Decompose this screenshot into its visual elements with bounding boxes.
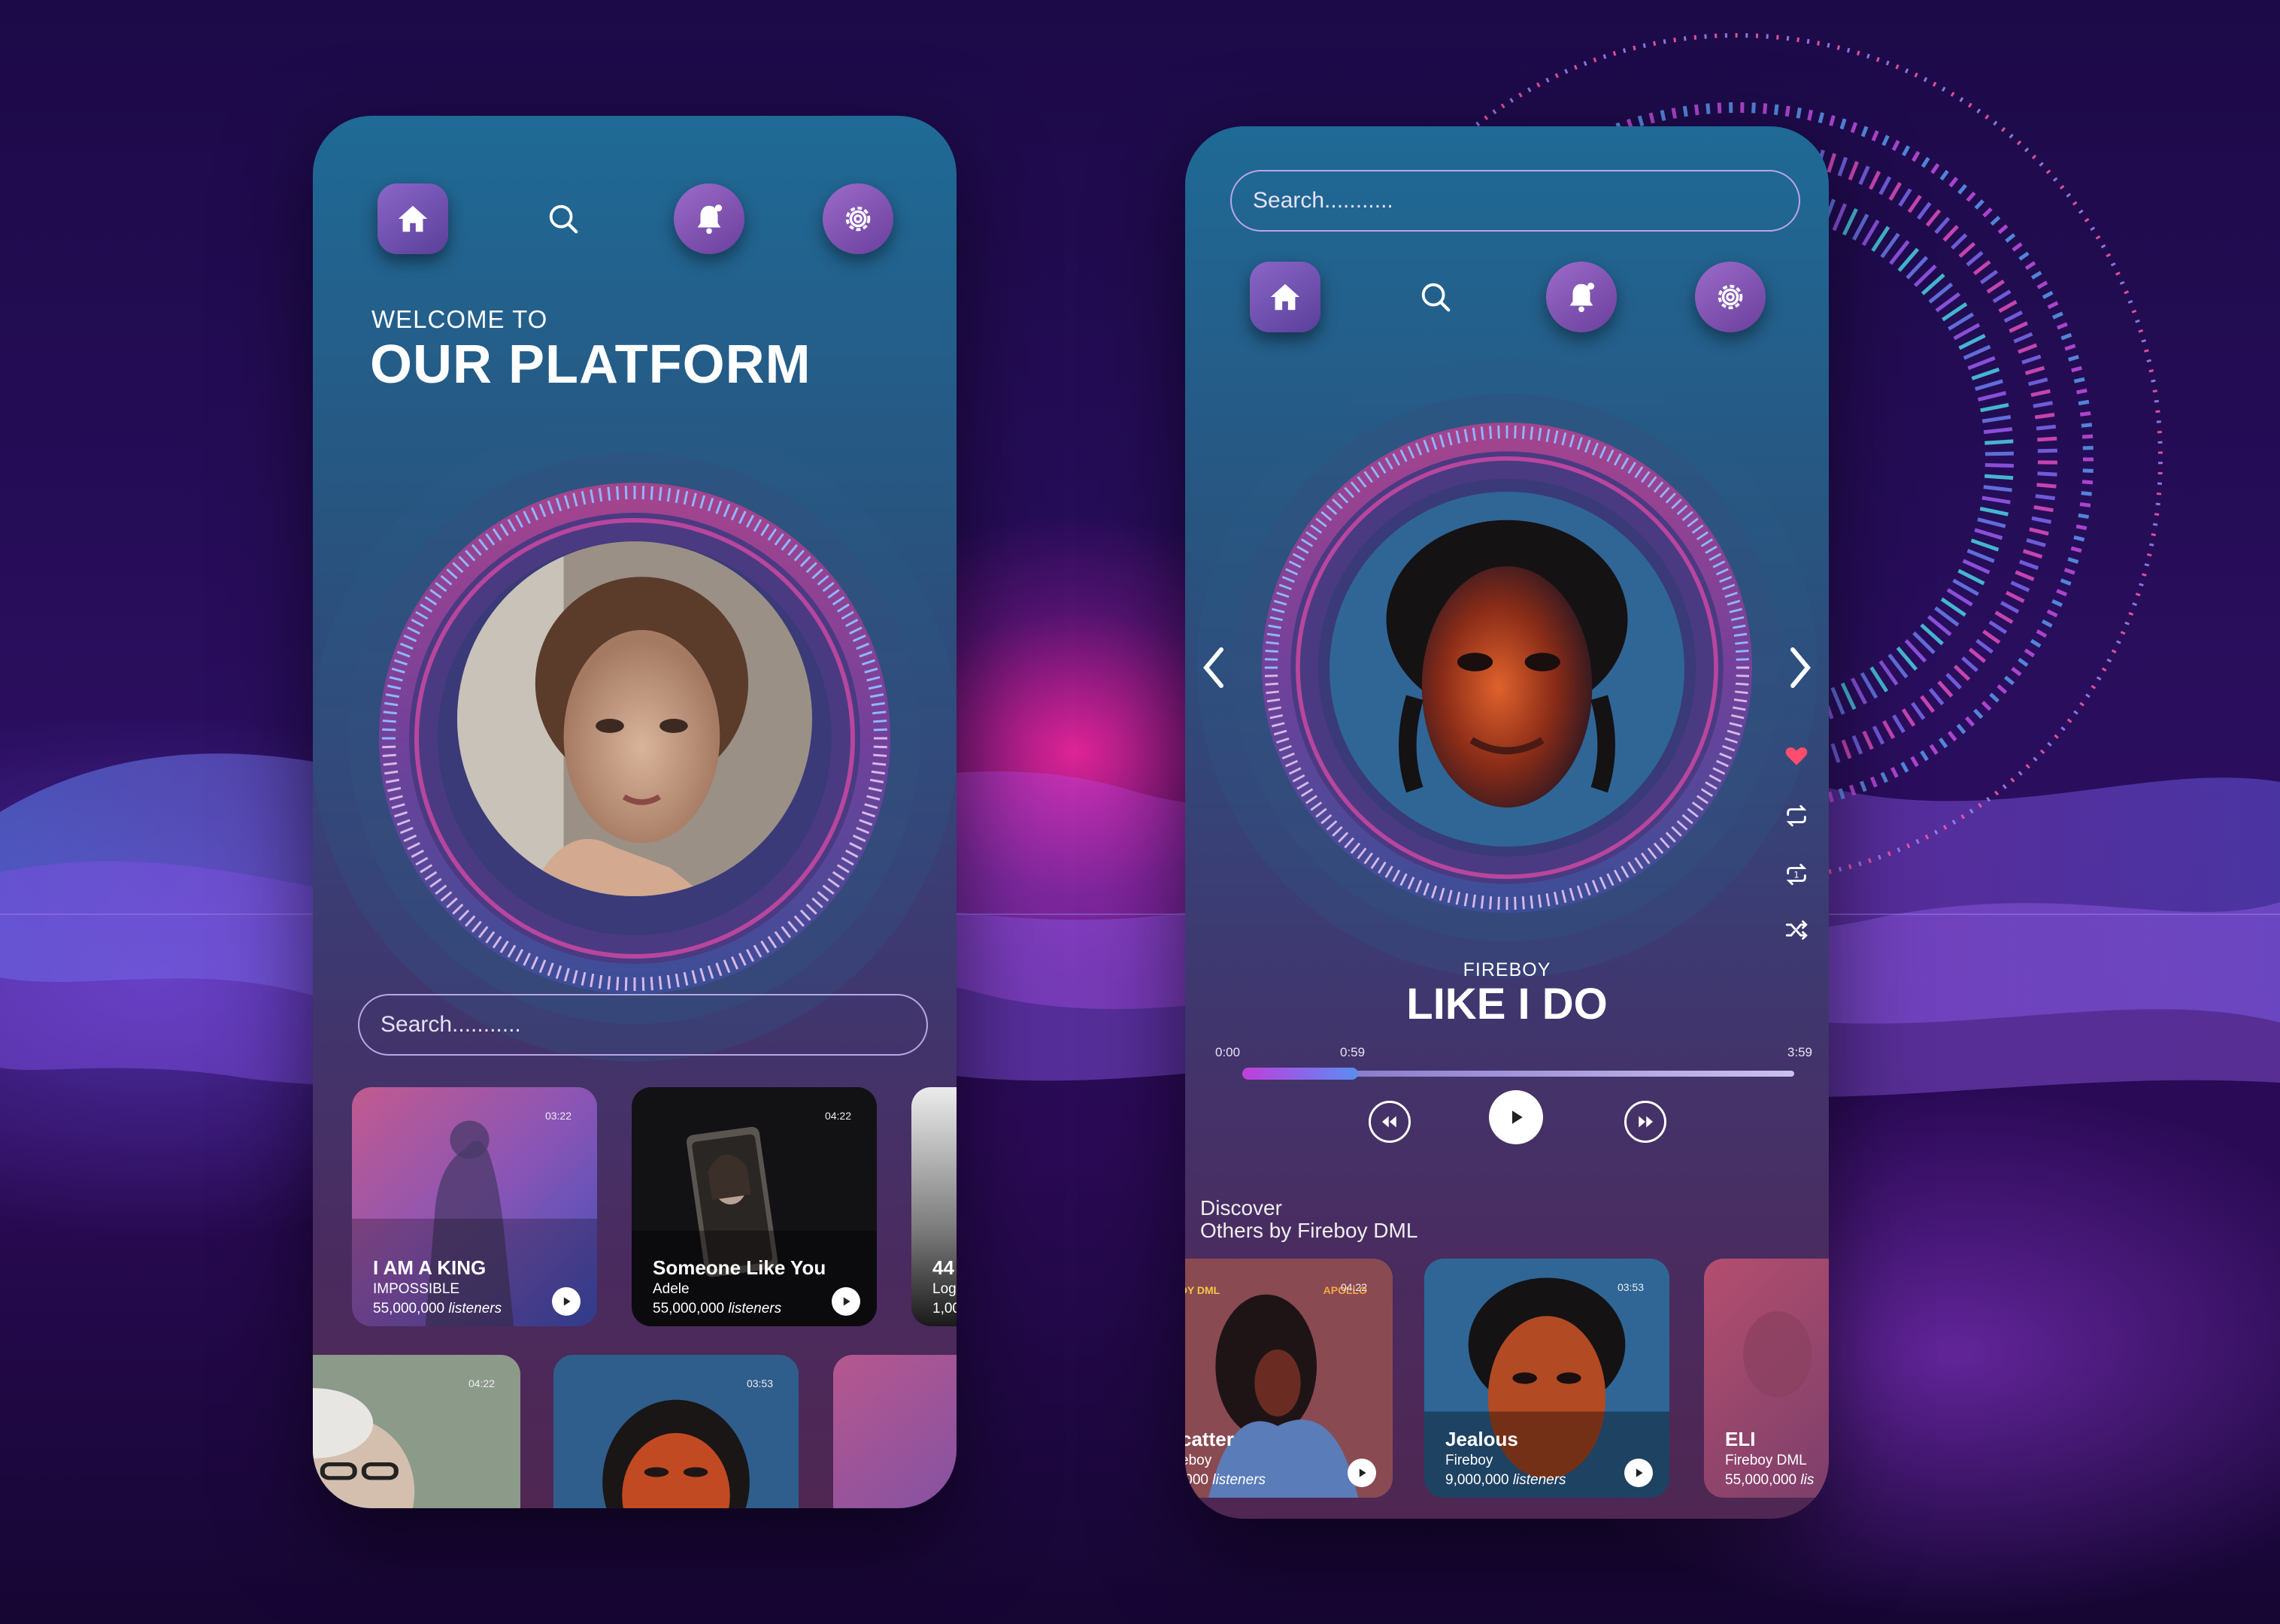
gear-icon bbox=[845, 206, 871, 232]
chevron-left-icon bbox=[1203, 647, 1223, 688]
featured-artist-photo bbox=[457, 541, 812, 896]
home-button[interactable] bbox=[1250, 262, 1320, 332]
time-end: 3:59 bbox=[1787, 1045, 1812, 1059]
search-icon bbox=[1421, 283, 1451, 312]
track-duration: 03:53 bbox=[1617, 1281, 1644, 1293]
play-button[interactable] bbox=[832, 1287, 860, 1316]
track-title: I AM A KING bbox=[373, 1256, 487, 1279]
fast-forward-button[interactable] bbox=[1624, 1101, 1666, 1143]
track-duration: 04:22 bbox=[468, 1377, 495, 1389]
search-icon bbox=[549, 205, 578, 234]
track-title: 44 bbox=[932, 1256, 954, 1279]
play-icon bbox=[1636, 1468, 1643, 1477]
settings-button[interactable] bbox=[823, 183, 893, 254]
search-input[interactable]: Search........... bbox=[358, 994, 928, 1056]
play-icon bbox=[1512, 1110, 1523, 1124]
chevron-right-icon bbox=[1790, 647, 1811, 688]
track-listeners: ,000 listeners bbox=[1185, 1472, 1266, 1488]
time-start: 0:00 bbox=[1215, 1045, 1241, 1059]
play-icon bbox=[1359, 1468, 1366, 1477]
track-listeners: 55,000,000 listeners bbox=[373, 1301, 502, 1316]
track-card[interactable]: 03:53 bbox=[553, 1355, 799, 1508]
settings-button[interactable] bbox=[1695, 262, 1766, 332]
like-button[interactable] bbox=[1784, 743, 1809, 768]
bell-icon bbox=[1569, 283, 1595, 313]
bell-icon bbox=[697, 205, 723, 235]
time-current: 0:59 bbox=[1340, 1045, 1366, 1059]
home-screen-phone: WELCOME TO OUR PLATFORM Search..........… bbox=[313, 116, 957, 1508]
search-input[interactable]: Search........... bbox=[1230, 170, 1800, 232]
play-icon bbox=[843, 1297, 850, 1306]
track-listeners: 9,000,000 listeners bbox=[1445, 1472, 1566, 1488]
track-artist: Adele bbox=[653, 1281, 690, 1297]
track-artist: Fireboy bbox=[1445, 1453, 1493, 1468]
repeat-one-icon: 1 bbox=[1786, 863, 1807, 886]
welcome-subtitle: WELCOME TO bbox=[371, 305, 548, 333]
gear-icon bbox=[1718, 284, 1743, 310]
home-icon bbox=[398, 205, 428, 232]
search-button[interactable] bbox=[1400, 262, 1471, 332]
fast-forward-icon bbox=[1639, 1116, 1653, 1128]
track-duration: 03:53 bbox=[746, 1377, 773, 1389]
track-artist: IMPOSSIBLE bbox=[373, 1281, 460, 1297]
track-artist: Log bbox=[932, 1281, 957, 1297]
search-placeholder: Search........... bbox=[381, 1012, 521, 1037]
play-icon bbox=[563, 1297, 571, 1306]
repeat-one-button[interactable]: 1 bbox=[1784, 862, 1809, 887]
top-nav bbox=[1250, 262, 1766, 332]
home-icon bbox=[1270, 283, 1300, 311]
svg-text:1: 1 bbox=[1793, 869, 1799, 880]
discover-section-header: Discover Others by Fireboy DML bbox=[1200, 1197, 1417, 1242]
play-button[interactable] bbox=[552, 1287, 581, 1316]
repeat-icon bbox=[1786, 804, 1807, 827]
album-badge: OY DML bbox=[1185, 1284, 1220, 1296]
top-nav bbox=[377, 183, 893, 254]
repeat-button[interactable] bbox=[1784, 803, 1809, 829]
shuffle-button[interactable] bbox=[1784, 917, 1809, 943]
track-artwork bbox=[833, 1355, 957, 1508]
track-card[interactable]: OY DML APOLLO 04:22 catter eboy ,000 lis… bbox=[1185, 1259, 1393, 1498]
track-card[interactable]: 44 Log 1,00 bbox=[911, 1087, 957, 1326]
track-duration: 03:22 bbox=[544, 1110, 572, 1122]
heart-icon bbox=[1785, 747, 1808, 765]
play-button[interactable] bbox=[1348, 1459, 1376, 1487]
track-title: catter bbox=[1185, 1428, 1234, 1450]
next-artist-arrow[interactable] bbox=[1785, 645, 1815, 690]
track-artist: eboy bbox=[1185, 1453, 1212, 1468]
track-duration: 04:22 bbox=[1340, 1281, 1367, 1293]
welcome-title: OUR PLATFORM bbox=[370, 335, 811, 395]
track-artist: Fireboy DML bbox=[1725, 1453, 1807, 1468]
track-card[interactable]: 04:22 bbox=[313, 1355, 520, 1508]
shuffle-icon bbox=[1785, 920, 1808, 940]
track-listeners: 1,00 bbox=[932, 1301, 957, 1316]
rewind-icon bbox=[1382, 1116, 1396, 1128]
player-screen-phone: Search........... 1 FIREBOY LIKE I DO 0:… bbox=[1185, 126, 1829, 1519]
notifications-button[interactable] bbox=[1546, 262, 1617, 332]
rewind-button[interactable] bbox=[1369, 1101, 1411, 1143]
play-button[interactable] bbox=[1489, 1090, 1543, 1144]
artist-name: FIREBOY bbox=[1463, 959, 1551, 980]
discover-subtitle: Others by Fireboy DML bbox=[1200, 1219, 1418, 1242]
discover-title: Discover bbox=[1200, 1196, 1282, 1220]
track-title: Someone Like You bbox=[653, 1256, 826, 1279]
track-title: ELI bbox=[1725, 1428, 1756, 1450]
notifications-button[interactable] bbox=[674, 183, 744, 254]
track-card[interactable]: 04:22 Someone Like You Adele 55,000,000 … bbox=[632, 1087, 877, 1326]
play-button[interactable] bbox=[1624, 1459, 1653, 1487]
track-listeners: 55,000,000 listeners bbox=[653, 1301, 782, 1316]
progress-fill[interactable] bbox=[1242, 1068, 1358, 1080]
track-card[interactable] bbox=[833, 1355, 957, 1508]
search-button[interactable] bbox=[528, 183, 599, 254]
track-listeners: 55,000,000 lis bbox=[1725, 1472, 1815, 1488]
previous-artist-arrow[interactable] bbox=[1199, 645, 1229, 690]
song-title: LIKE I DO bbox=[1406, 980, 1608, 1029]
track-duration: 04:22 bbox=[824, 1110, 851, 1122]
now-playing-artist-photo bbox=[1329, 492, 1684, 847]
home-button[interactable] bbox=[377, 183, 448, 254]
track-card[interactable]: 03:22 I AM A KING IMPOSSIBLE 55,000,000 … bbox=[352, 1087, 597, 1326]
track-title: Jealous bbox=[1445, 1428, 1518, 1450]
track-card[interactable]: ELI Fireboy DML 55,000,000 lis bbox=[1704, 1259, 1829, 1498]
track-card[interactable]: 03:53 Jealous Fireboy 9,000,000 listener… bbox=[1424, 1259, 1669, 1498]
search-placeholder: Search........... bbox=[1253, 188, 1393, 213]
